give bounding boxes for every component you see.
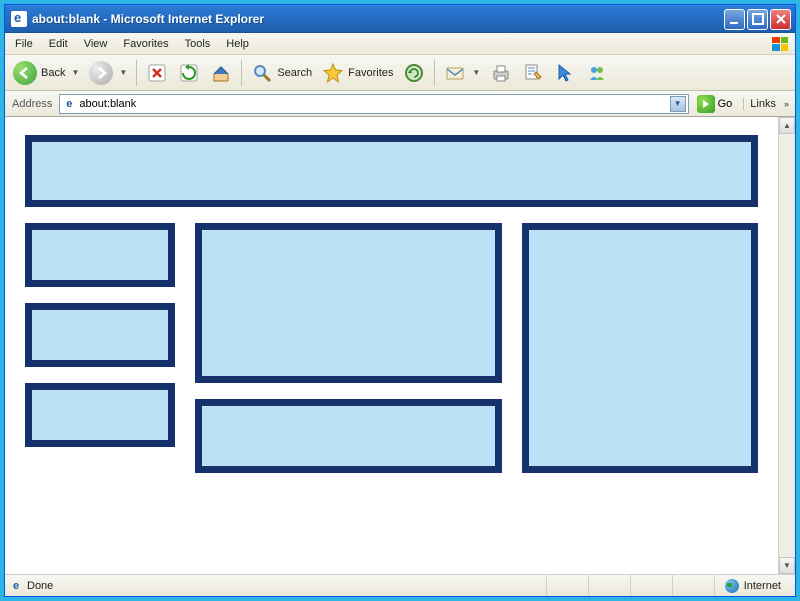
status-left: e Done (9, 579, 53, 593)
toolbar: Back ▼ ▼ (5, 55, 795, 91)
go-button[interactable]: Go (693, 94, 737, 114)
refresh-button[interactable] (174, 58, 204, 88)
mail-dropdown-icon[interactable]: ▼ (472, 68, 480, 77)
wireframe-left-block-3 (25, 383, 175, 447)
favorites-button[interactable]: Favorites (318, 58, 397, 88)
forward-arrow-icon (89, 61, 113, 85)
wireframe-right-column (522, 223, 758, 473)
security-zone[interactable]: Internet (714, 575, 791, 596)
history-icon (403, 62, 425, 84)
edit-icon (522, 62, 544, 84)
status-text: Done (27, 580, 53, 592)
back-arrow-icon (13, 61, 37, 85)
scroll-up-button[interactable]: ▲ (779, 117, 795, 134)
go-arrow-icon (697, 95, 715, 113)
mail-icon (444, 62, 466, 84)
print-button[interactable] (486, 58, 516, 88)
menu-file[interactable]: File (7, 36, 41, 52)
wireframe-left-column (25, 223, 175, 473)
forward-dropdown-icon[interactable]: ▼ (119, 68, 127, 77)
menu-tools[interactable]: Tools (177, 36, 219, 52)
menu-help[interactable]: Help (218, 36, 257, 52)
page-content (5, 117, 778, 574)
search-icon (251, 62, 273, 84)
back-button[interactable]: Back ▼ (9, 58, 83, 88)
cursor-icon (554, 62, 576, 84)
edit-button[interactable] (518, 58, 548, 88)
addressbar: Address e ▼ Go Links » (5, 91, 795, 117)
links-label[interactable]: Links (743, 98, 778, 110)
refresh-icon (178, 62, 200, 84)
scroll-track[interactable] (779, 134, 795, 557)
home-icon (210, 62, 232, 84)
mail-button[interactable]: ▼ (440, 58, 484, 88)
windows-flag-icon (767, 34, 793, 54)
wireframe-right-block (522, 223, 758, 473)
wireframe-left-block-1 (25, 223, 175, 287)
search-button[interactable]: Search (247, 58, 316, 88)
print-icon (490, 62, 512, 84)
wireframe-row (25, 223, 758, 473)
forward-button[interactable]: ▼ (85, 58, 131, 88)
status-cell-2 (588, 575, 630, 596)
address-input-wrap: e ▼ (59, 94, 688, 114)
scroll-down-button[interactable]: ▼ (779, 557, 795, 574)
window-title: about:blank - Microsoft Internet Explore… (32, 12, 722, 26)
minimize-button[interactable] (724, 9, 745, 30)
maximize-button[interactable] (747, 9, 768, 30)
status-cell-4 (672, 575, 714, 596)
messenger-icon (586, 62, 608, 84)
status-cell-1 (546, 575, 588, 596)
stop-icon (146, 62, 168, 84)
wireframe-mid-block-1 (195, 223, 502, 383)
viewport: ▲ ▼ (5, 117, 795, 574)
address-label: Address (9, 98, 55, 110)
back-dropdown-icon[interactable]: ▼ (71, 68, 79, 77)
ie-icon (11, 11, 27, 27)
stop-button[interactable] (142, 58, 172, 88)
menu-view[interactable]: View (76, 36, 116, 52)
browser-window: about:blank - Microsoft Internet Explore… (4, 4, 796, 597)
status-cells: Internet (546, 575, 791, 596)
globe-icon (725, 579, 739, 593)
discuss-button[interactable] (550, 58, 580, 88)
address-input[interactable] (79, 96, 669, 112)
menu-favorites[interactable]: Favorites (115, 36, 176, 52)
titlebar: about:blank - Microsoft Internet Explore… (5, 5, 795, 33)
history-button[interactable] (399, 58, 429, 88)
wireframe-mid-column (195, 223, 502, 473)
wireframe-mid-block-2 (195, 399, 502, 473)
status-ie-icon: e (9, 579, 23, 593)
address-dropdown-icon[interactable]: ▼ (670, 96, 686, 112)
page-ie-icon: e (62, 97, 76, 111)
links-expand-icon[interactable]: » (782, 99, 791, 109)
messenger-button[interactable] (582, 58, 612, 88)
menubar: File Edit View Favorites Tools Help (5, 33, 795, 55)
wireframe-header-block (25, 135, 758, 207)
vertical-scrollbar[interactable]: ▲ ▼ (778, 117, 795, 574)
home-button[interactable] (206, 58, 236, 88)
zone-label: Internet (744, 580, 781, 592)
status-cell-3 (630, 575, 672, 596)
statusbar: e Done Internet (5, 574, 795, 596)
wireframe-left-block-2 (25, 303, 175, 367)
close-button[interactable] (770, 9, 791, 30)
star-icon (322, 62, 344, 84)
menu-edit[interactable]: Edit (41, 36, 76, 52)
